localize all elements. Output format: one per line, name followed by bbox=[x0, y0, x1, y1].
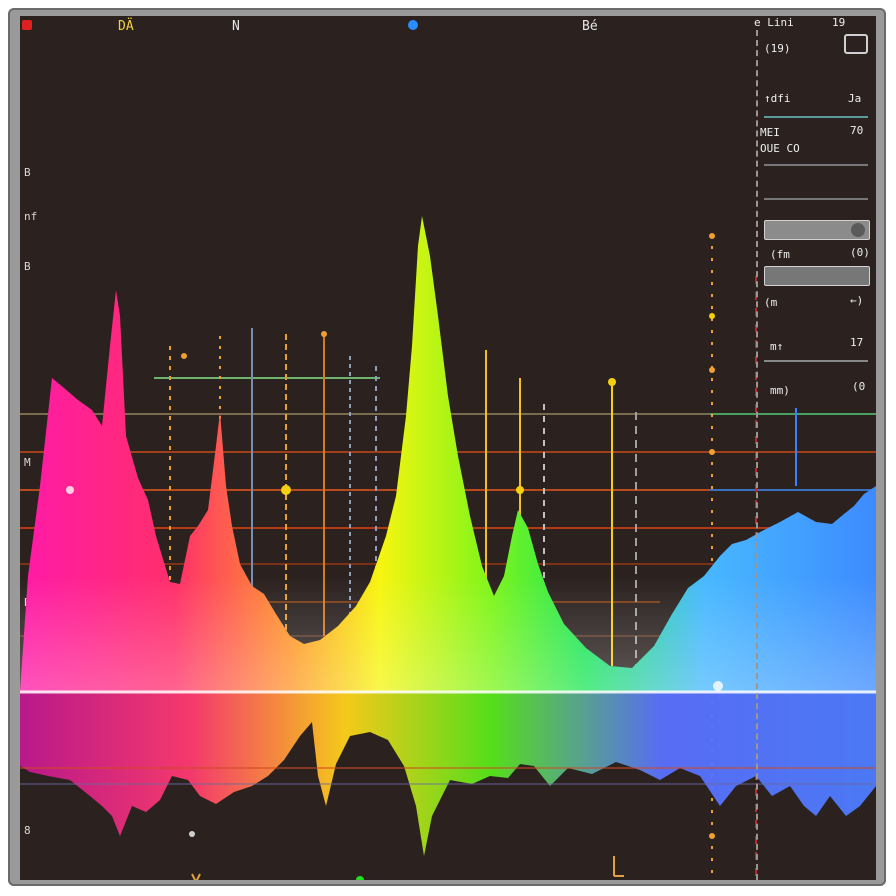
spectrum-reflection bbox=[20, 692, 876, 856]
panel-label-5: 70 bbox=[850, 124, 864, 137]
panel-label-4: MEI bbox=[760, 126, 780, 139]
slider-knob-icon[interactable] bbox=[851, 223, 865, 237]
panel-divider-4 bbox=[764, 360, 868, 362]
spectrum-plot bbox=[20, 216, 876, 880]
panel-label-10: ←) bbox=[850, 294, 864, 307]
panel-divider-1 bbox=[764, 116, 868, 118]
panel-label-11: m↑ bbox=[770, 340, 784, 353]
bottom-ticks bbox=[191, 856, 624, 880]
panel-label-12: 17 bbox=[850, 336, 864, 349]
panel-label-1: (19) bbox=[764, 42, 791, 55]
panel-divider-3 bbox=[764, 198, 868, 200]
window-control-button[interactable] bbox=[844, 34, 868, 54]
panel-label-7: (fm bbox=[770, 248, 790, 261]
panel-divider-2 bbox=[764, 164, 868, 166]
panel-label-13: mm) bbox=[770, 384, 790, 397]
panel-label-8: (0) bbox=[850, 246, 870, 259]
spectrum-sheen bbox=[20, 576, 876, 692]
panel-label-2: ↑dfi bbox=[764, 92, 791, 105]
panel-label-6: OUE CO bbox=[760, 142, 800, 155]
panel-slider-1[interactable] bbox=[764, 220, 870, 240]
spectrum-screen: DÄ N Bé B nf B M B 8 bbox=[20, 16, 876, 880]
panel-top-number: 19 bbox=[832, 16, 846, 29]
panel-top-label: e Lini bbox=[754, 16, 794, 29]
panel-slider-2[interactable] bbox=[764, 266, 870, 286]
panel-label-3: Ja bbox=[848, 92, 862, 105]
side-panel: e Lini 19 (19) ↑dfi Ja MEI 70 OUE CO (fm… bbox=[754, 16, 874, 880]
panel-label-14: (0 bbox=[852, 380, 866, 393]
panel-label-9: (m bbox=[764, 296, 778, 309]
vertical-markers bbox=[169, 234, 797, 876]
